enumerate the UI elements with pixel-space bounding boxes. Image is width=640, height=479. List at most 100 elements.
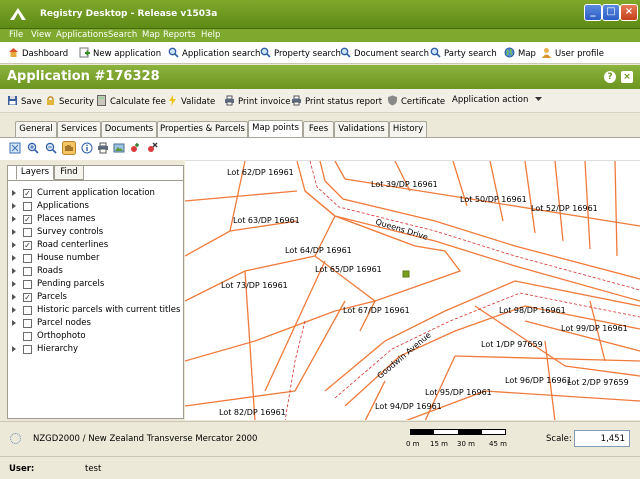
new-application-button[interactable]: New application	[79, 47, 161, 60]
scale-segment	[411, 430, 434, 434]
validate-button[interactable]: Validate	[167, 95, 215, 107]
expand-arrow-icon[interactable]	[12, 255, 16, 261]
user-value: test	[85, 464, 102, 474]
expand-arrow-icon[interactable]	[12, 294, 16, 300]
tab-general[interactable]: General	[15, 121, 57, 137]
dashboard-button[interactable]: Dashboard	[8, 47, 68, 60]
layer-checkbox[interactable]	[23, 254, 32, 263]
menu-view[interactable]: View	[31, 30, 51, 40]
expand-arrow-icon[interactable]	[12, 242, 16, 248]
layer-checkbox[interactable]	[23, 267, 32, 276]
parcel-label: Lot 1/DP 97659	[481, 340, 543, 349]
add-point-icon[interactable]	[129, 142, 141, 154]
application-search-button[interactable]: Application search	[168, 47, 260, 60]
expand-arrow-icon[interactable]	[12, 229, 16, 235]
calculate-fee-button[interactable]: Calculate fee	[96, 95, 166, 107]
layer-checkbox[interactable]	[23, 345, 32, 354]
menu-applications[interactable]: Applications	[56, 30, 108, 40]
expand-arrow-icon[interactable]	[12, 281, 16, 287]
layer-checkbox[interactable]: ✓	[23, 189, 32, 198]
expand-arrow-icon[interactable]	[12, 307, 16, 313]
map-button[interactable]: Map	[504, 47, 536, 60]
remove-point-icon[interactable]	[146, 142, 158, 154]
layer-image-icon[interactable]	[113, 142, 125, 154]
close-icon[interactable]: ×	[621, 71, 633, 83]
expand-arrow-icon[interactable]	[12, 203, 16, 209]
tab-map-points[interactable]: Map points	[248, 120, 303, 137]
certificate-button[interactable]: Certificate	[387, 95, 445, 107]
expand-arrow-icon[interactable]	[12, 216, 16, 222]
parcel-label: Lot 52/DP 16961	[531, 204, 598, 213]
menu-map[interactable]: Map	[142, 30, 160, 40]
scale-label: Scale:	[546, 434, 572, 444]
info-icon[interactable]	[81, 142, 93, 154]
user-label: User:	[9, 464, 35, 474]
parcel-labels: Lot 62/DP 16961 Lot 39/DP 16961 Lot 50/D…	[219, 168, 629, 417]
layer-checkbox[interactable]	[23, 306, 32, 315]
zoom-in-icon[interactable]	[27, 142, 39, 154]
print-status-report-button[interactable]: Print status report	[291, 95, 382, 107]
security-button[interactable]: Security	[45, 95, 94, 107]
layer-checkbox[interactable]	[23, 332, 32, 341]
scale-tick: 0 m	[406, 440, 420, 448]
layer-checkbox[interactable]: ✓	[23, 241, 32, 250]
scale-segment	[458, 430, 482, 434]
tab-services[interactable]: Services	[57, 121, 101, 137]
search-icon	[260, 47, 271, 58]
scale-tick: 30 m	[457, 440, 475, 448]
pan-hand-icon[interactable]	[62, 141, 76, 155]
menu-file[interactable]: File	[9, 30, 23, 40]
action-toolbar: Save Security Calculate fee Validate Pri…	[0, 89, 640, 113]
search-icon	[168, 47, 179, 58]
tab-layers[interactable]: Layers	[16, 165, 54, 180]
tab-validations[interactable]: Validations	[334, 121, 389, 137]
map-view[interactable]: Lot 62/DP 16961 Lot 39/DP 16961 Lot 50/D…	[185, 160, 640, 420]
home-icon	[9, 48, 18, 57]
street-label: Goodwin Avenue	[376, 330, 433, 380]
save-button[interactable]: Save	[7, 95, 42, 107]
parcel-label: Lot 50/DP 16961	[460, 195, 527, 204]
tab-history[interactable]: History	[389, 121, 427, 137]
expand-arrow-icon[interactable]	[12, 190, 16, 196]
expand-arrow-icon[interactable]	[12, 268, 16, 274]
tab-documents[interactable]: Documents	[101, 121, 157, 137]
layer-checkbox[interactable]: ✓	[23, 215, 32, 224]
tab-fees[interactable]: Fees	[303, 121, 334, 137]
minimize-button[interactable]: _	[584, 4, 602, 21]
layer-checkbox[interactable]	[23, 228, 32, 237]
maximize-button[interactable]: □	[602, 4, 620, 21]
help-icon[interactable]: ?	[604, 71, 616, 83]
menu-reports[interactable]: Reports	[163, 30, 196, 40]
tab-properties-parcels[interactable]: Properties & Parcels	[157, 121, 248, 137]
user-icon	[542, 48, 551, 58]
print-invoice-button[interactable]: Print invoice	[224, 95, 291, 107]
close-window-button[interactable]: ×	[620, 4, 638, 21]
user-profile-button[interactable]: User profile	[541, 47, 604, 60]
application-location-marker[interactable]	[402, 270, 410, 278]
document-search-button[interactable]: Document search	[340, 47, 429, 60]
layer-checkbox[interactable]: ✓	[23, 293, 32, 302]
search-icon	[340, 47, 351, 58]
lightning-icon	[169, 95, 176, 106]
tab-find[interactable]: Find	[54, 165, 84, 180]
lock-icon	[47, 96, 54, 105]
full-extent-icon[interactable]	[9, 142, 21, 154]
party-search-button[interactable]: Party search	[430, 47, 497, 60]
map-canvas[interactable]: Lot 62/DP 16961 Lot 39/DP 16961 Lot 50/D…	[185, 161, 640, 420]
layer-checkbox[interactable]	[23, 280, 32, 289]
layer-checkbox[interactable]	[23, 202, 32, 211]
menu-search[interactable]: Search	[108, 30, 137, 40]
zoom-out-icon[interactable]	[45, 142, 57, 154]
parcel-label: Lot 73/DP 16961	[221, 281, 288, 290]
application-action-dropdown[interactable]: Application action	[452, 95, 543, 105]
menu-help[interactable]: Help	[201, 30, 220, 40]
layer-checkbox[interactable]	[23, 319, 32, 328]
parcel-label: Lot 2/DP 97659	[567, 378, 629, 387]
print-map-icon[interactable]	[97, 142, 109, 154]
expand-arrow-icon[interactable]	[12, 346, 16, 352]
projection-label: NZGD2000 / New Zealand Transverse Mercat…	[33, 434, 258, 444]
parcel-label: Lot 64/DP 16961	[285, 246, 352, 255]
scale-input[interactable]: 1,451	[574, 430, 630, 447]
expand-arrow-icon[interactable]	[12, 320, 16, 326]
property-search-button[interactable]: Property search	[260, 47, 341, 60]
